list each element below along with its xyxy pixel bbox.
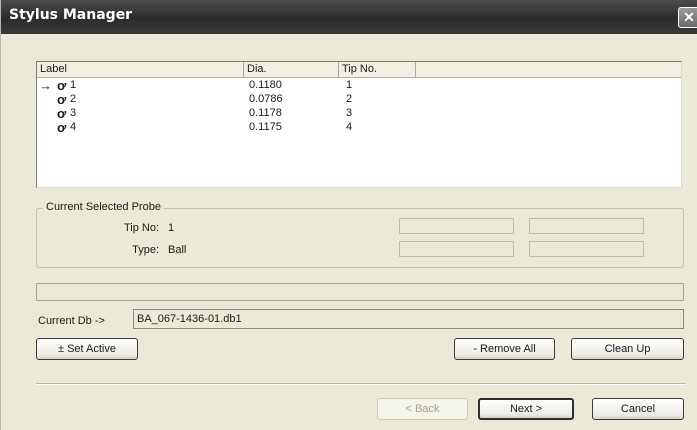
- row-label: 1: [70, 79, 77, 91]
- active-arrow-icon: →: [39, 78, 52, 93]
- type-label: Type:: [132, 244, 159, 256]
- column-header-dia[interactable]: Dia.: [244, 62, 339, 78]
- stylus-list[interactable]: Label Dia. Tip No. → ơ 1 0.1180 1 ơ 2 0.…: [36, 61, 682, 188]
- row-label: 4: [70, 121, 77, 133]
- cancel-button[interactable]: Cancel: [592, 398, 684, 420]
- list-item[interactable]: ơ 3 0.1178 3: [37, 107, 681, 120]
- tip-no-value: 1: [168, 222, 175, 234]
- probe-field-1: [399, 218, 514, 234]
- back-button[interactable]: < Back: [377, 398, 468, 420]
- list-header: Label Dia. Tip No.: [37, 62, 681, 78]
- current-db-field: BA_067-1436-01.db1: [133, 309, 684, 329]
- row-tip-no: 4: [346, 121, 353, 133]
- title-bar: Stylus Manager ✕: [1, 0, 697, 34]
- current-probe-legend: Current Selected Probe: [43, 201, 164, 213]
- probe-icon: ơ: [57, 120, 67, 135]
- probe-field-3: [399, 241, 514, 257]
- row-dia: 0.1175: [249, 121, 282, 133]
- current-db-label: Current Db ->: [38, 315, 105, 327]
- row-dia: 0.1178: [249, 107, 282, 119]
- column-header-label[interactable]: Label: [37, 62, 244, 78]
- window-title: Stylus Manager: [9, 7, 133, 23]
- next-button[interactable]: Next >: [478, 398, 574, 420]
- row-tip-no: 2: [346, 93, 353, 105]
- current-probe-group: Current Selected Probe Tip No: 1 Type: B…: [36, 201, 684, 268]
- set-active-button[interactable]: ± Set Active: [36, 338, 138, 360]
- separator: [36, 383, 686, 385]
- column-header-tip-no[interactable]: Tip No.: [339, 62, 416, 78]
- type-value: Ball: [168, 244, 187, 256]
- row-tip-no: 1: [346, 79, 353, 91]
- progress-bar: [36, 283, 684, 301]
- close-button[interactable]: ✕: [678, 7, 697, 28]
- stylus-manager-window: Stylus Manager ✕ Label Dia. Tip No. → ơ …: [0, 0, 697, 430]
- probe-icon: ơ: [57, 92, 67, 107]
- tip-no-label: Tip No:: [123, 222, 159, 234]
- remove-all-button[interactable]: - Remove All: [454, 338, 555, 360]
- row-tip-no: 3: [346, 107, 353, 119]
- row-label: 2: [70, 93, 77, 105]
- list-item[interactable]: ơ 4 0.1175 4: [37, 121, 681, 134]
- row-label: 3: [70, 107, 77, 119]
- probe-field-4: [529, 241, 644, 257]
- clean-up-button[interactable]: Clean Up: [571, 338, 684, 360]
- probe-field-2: [529, 218, 644, 234]
- list-item[interactable]: ơ 2 0.0786 2: [37, 93, 681, 106]
- close-icon: ✕: [683, 9, 695, 25]
- probe-icon: ơ: [57, 106, 67, 121]
- list-item[interactable]: → ơ 1 0.1180 1: [37, 78, 681, 93]
- row-dia: 0.1180: [249, 79, 282, 91]
- row-dia: 0.0786: [249, 93, 283, 105]
- probe-icon: ơ: [57, 78, 67, 93]
